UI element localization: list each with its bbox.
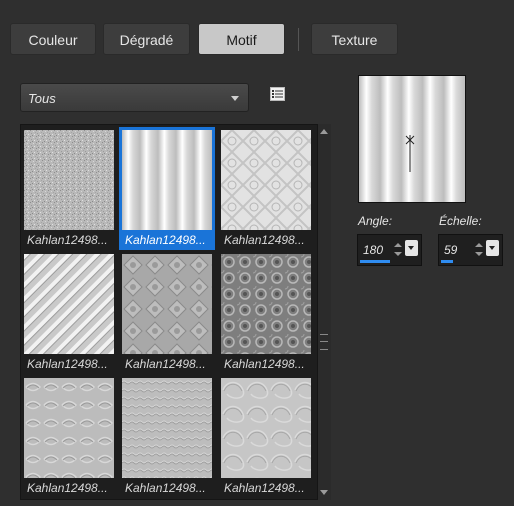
pattern-item[interactable]: Kahlan12498... (21, 251, 117, 374)
scroll-down-arrow-icon[interactable] (320, 490, 328, 495)
angle-dropdown-button[interactable] (405, 240, 418, 256)
pattern-item-selected[interactable]: Kahlan12498... (119, 127, 215, 250)
pattern-label: Kahlan12498... (125, 357, 206, 371)
scale-increment-icon[interactable] (475, 243, 483, 247)
pattern-label: Kahlan12498... (125, 481, 206, 495)
pattern-thumbnail (122, 254, 212, 354)
pattern-label: Kahlan12498... (125, 233, 206, 247)
scale-label: Échelle: (439, 214, 482, 228)
pattern-thumbnail (24, 130, 114, 230)
scale-decrement-icon[interactable] (475, 252, 483, 256)
angle-spinbox[interactable]: 180 (357, 234, 422, 266)
tab-separator (298, 28, 299, 51)
pattern-thumbnail (221, 130, 311, 230)
angle-value[interactable]: 180 (363, 243, 383, 257)
pattern-label: Kahlan12498... (224, 481, 305, 495)
angle-level-bar (360, 260, 390, 263)
list-view-icon[interactable] (270, 87, 285, 101)
pattern-thumbnail (24, 378, 114, 478)
pattern-item[interactable]: Kahlan12498... (218, 375, 314, 498)
scrollbar-thumb[interactable] (320, 334, 328, 350)
pattern-item[interactable]: Kahlan12498... (21, 375, 117, 498)
pattern-label: Kahlan12498... (27, 357, 108, 371)
category-dropdown-value: Tous (28, 91, 56, 106)
pattern-thumbnail (221, 378, 311, 478)
pattern-preview[interactable] (358, 75, 466, 203)
angle-label: Angle: (358, 214, 393, 228)
tab-couleur[interactable]: Couleur (10, 23, 96, 55)
scale-dropdown-button[interactable] (486, 240, 499, 256)
pattern-preview-swatch (359, 76, 465, 202)
pattern-item[interactable]: Kahlan12498... (119, 251, 215, 374)
angle-increment-icon[interactable] (394, 243, 402, 247)
pattern-label: Kahlan12498... (27, 481, 108, 495)
pattern-label: Kahlan12498... (224, 233, 305, 247)
pattern-label: Kahlan12498... (224, 357, 305, 371)
pattern-item[interactable]: Kahlan12498... (218, 251, 314, 374)
pattern-item[interactable]: Kahlan12498... (21, 127, 117, 250)
tab-degrade[interactable]: Dégradé (103, 23, 190, 55)
scale-level-bar (441, 260, 453, 263)
tab-texture[interactable]: Texture (311, 23, 398, 55)
pattern-thumbnail (221, 254, 311, 354)
scroll-up-arrow-icon[interactable] (320, 129, 328, 134)
pattern-grid: Kahlan12498... Kahlan12498... Kahlan1249… (20, 124, 318, 500)
pattern-item[interactable]: Kahlan12498... (218, 127, 314, 250)
pattern-thumbnail (122, 378, 212, 478)
pattern-item[interactable]: Kahlan12498... (119, 375, 215, 498)
tab-motif[interactable]: Motif (198, 23, 285, 55)
scale-spinbox[interactable]: 59 (438, 234, 503, 266)
scale-value[interactable]: 59 (444, 243, 457, 257)
pattern-label: Kahlan12498... (27, 233, 108, 247)
category-dropdown[interactable]: Tous (20, 83, 249, 112)
pattern-thumbnail (120, 128, 214, 232)
pattern-scrollbar[interactable] (318, 124, 331, 500)
pattern-thumbnail (24, 254, 114, 354)
angle-decrement-icon[interactable] (394, 252, 402, 256)
chevron-down-icon (231, 96, 239, 101)
